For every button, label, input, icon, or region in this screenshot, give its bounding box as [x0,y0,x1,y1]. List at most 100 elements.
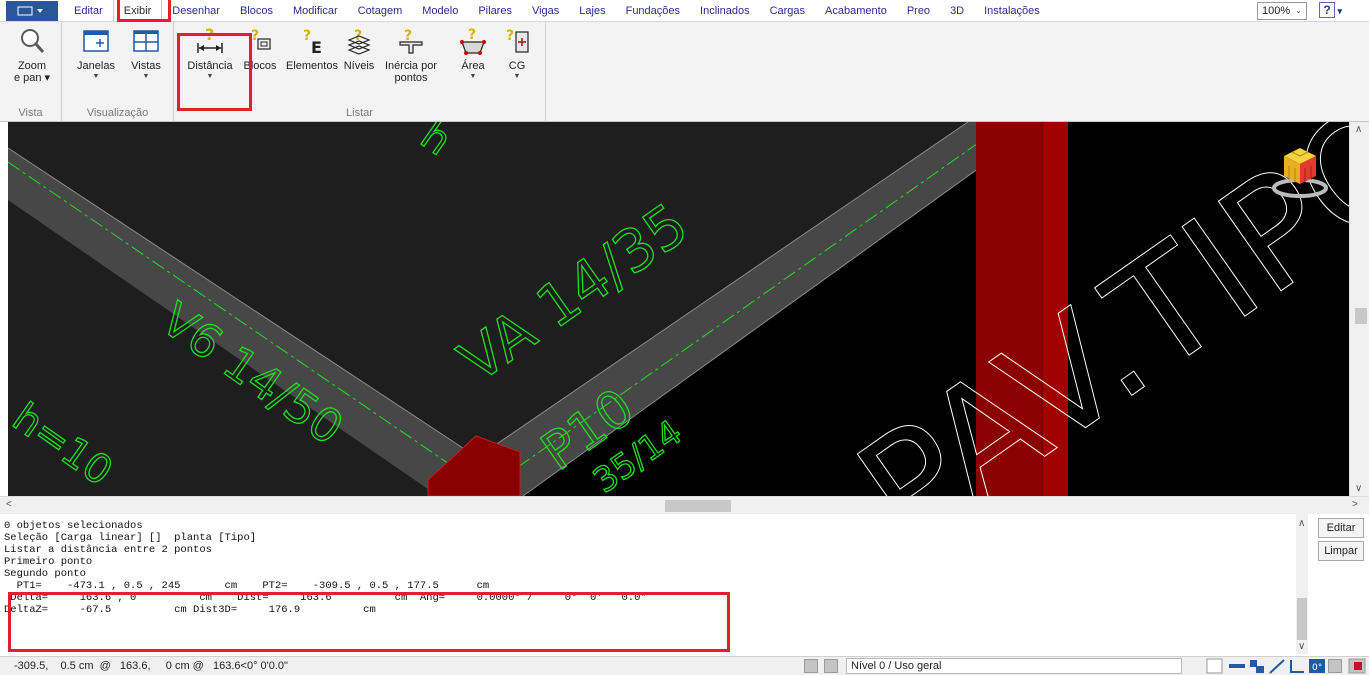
console-line: Seleção [Carga linear] [] planta [Tipo] [4,532,257,544]
scroll-thumb[interactable] [1297,598,1307,640]
elementos-button[interactable]: ? E Elementos [282,26,342,72]
cg-label: CG [508,60,526,72]
console-scrollbar[interactable]: ∧ ∨ [1296,514,1308,654]
ortho-icon[interactable] [1228,658,1246,674]
console-line: Primeiro ponto [4,556,93,568]
console-line: Segundo ponto [4,568,86,580]
menu-tab-preo[interactable]: Preo [897,0,940,21]
area-button[interactable]: ? Área ▼ [456,26,490,82]
highlight-distancia-button [177,33,252,111]
menu-tab-desenhar[interactable]: Desenhar [162,0,230,21]
help-icon: ? [1319,2,1335,18]
menu-tab-pilares[interactable]: Pilares [468,0,522,21]
area-icon: ? [458,26,488,56]
status-bar: -309.5, 0.5 cm @ 163.6, 0 cm @ 163.6<0° … [0,656,1369,675]
current-level-field[interactable]: Nível 0 / Uso geral [846,658,1182,674]
menu-tab-blocos[interactable]: Blocos [230,0,283,21]
chevron-down-icon: ▾ [1335,6,1343,16]
application-menu-button[interactable] [6,1,58,21]
annotations: VA 14/35 V6 14/50 P10 35/14 h=10 h [8,122,701,496]
angle-icon[interactable]: 0° [1308,658,1326,674]
svg-text:?: ? [506,28,514,44]
viewport-horizontal-scrollbar[interactable]: < > [0,496,1369,514]
beam-v6-edge [8,147,479,459]
highlight-exibir-tab [117,0,171,22]
elements-list-icon: ? E [297,26,327,57]
zoom-pan-label-line1: Zoom [17,60,47,72]
chevron-down-icon[interactable]: ∨ [1298,641,1305,652]
status-toggle[interactable] [804,659,818,673]
help-button[interactable]: ? ▾ [1319,2,1349,20]
janelas-label: Janelas [77,60,115,72]
chevron-down-icon[interactable]: ∨ [1355,483,1362,494]
cursor-coordinates: -309.5, 0.5 cm @ 163.6, 0 cm @ 163.6<0° … [14,660,288,672]
inercia-label-line1: Inércia por [385,60,437,72]
chevron-left-icon[interactable]: < [6,499,12,510]
inertia-icon: ? [396,26,426,56]
editar-button[interactable]: Editar [1318,518,1364,538]
status-toggle[interactable] [1328,659,1342,673]
center-of-gravity-icon: ? [502,26,532,56]
console-line: PT1= -473.1 , 0.5 , 245 cm PT2= -309.5 ,… [4,580,490,592]
status-toggle[interactable] [824,659,838,673]
grid-corner-icon[interactable] [1288,658,1306,674]
chevron-up-icon[interactable]: ∧ [1298,518,1305,529]
highlight-distance-result [8,592,730,652]
limpar-button[interactable]: Limpar [1318,541,1364,561]
cg-button[interactable]: ? CG ▼ [500,26,534,82]
menu-tab-fundacoes[interactable]: Fundações [616,0,690,21]
svg-text:?: ? [303,28,311,44]
levels-list-icon: ? [344,26,374,56]
magnifier-icon [17,26,47,56]
label-slab-h: h=10 [8,395,121,496]
chevron-down-icon: ⌄ [1295,6,1302,15]
vistas-button[interactable]: Vistas ▼ [126,26,166,82]
window-add-icon [81,26,111,56]
menu-tab-cotagem[interactable]: Cotagem [348,0,413,21]
menu-tab-3d[interactable]: 3D [940,0,974,21]
zoom-level-value: 100% [1262,5,1291,17]
zoom-pan-button[interactable]: Zoom e pan ▾ [10,26,54,84]
janelas-button[interactable]: Janelas ▼ [76,26,116,82]
menu-tab-modificar[interactable]: Modificar [283,0,348,21]
split-views-icon [131,26,161,56]
svg-text:E: E [311,38,322,56]
menu-tab-vigas[interactable]: Vigas [522,0,569,21]
group-label-visualizacao: Visualização [86,107,149,119]
blank-toggle-icon[interactable] [1206,658,1224,674]
chevron-right-icon[interactable]: > [1352,499,1358,510]
zoom-level-select[interactable]: 100% ⌄ [1257,2,1307,20]
menu-tab-instalacoes[interactable]: Instalações [974,0,1050,21]
inercia-label-line2: pontos [394,72,428,84]
inercia-por-pontos-button[interactable]: ? Inércia por pontos [384,26,438,84]
menu-bar: Editar Exibir Desenhar Blocos Modificar … [0,0,1369,22]
snap-icon[interactable] [1248,658,1266,674]
console-line: 0 objetos selecionados [4,520,143,532]
niveis-label: Níveis [343,60,375,72]
chevron-down-icon: ▼ [513,73,521,80]
label-slab-h-top: h [412,122,459,165]
scroll-thumb[interactable] [1355,308,1367,324]
menu-tab-acabamento[interactable]: Acabamento [815,0,897,21]
menu-tab-inclinados[interactable]: Inclinados [690,0,760,21]
elementos-label: Elementos [286,60,338,72]
area-label: Área [461,60,485,72]
settings-red-icon[interactable] [1348,658,1366,674]
menu-tab-cargas[interactable]: Cargas [760,0,815,21]
menu-tab-lajes[interactable]: Lajes [569,0,615,21]
polar-icon[interactable] [1268,658,1286,674]
menu-tab-modelo[interactable]: Modelo [412,0,468,21]
svg-text:0°: 0° [1312,663,1322,673]
cad-drawing: VA 14/35 V6 14/50 P10 35/14 h=10 h PAV.T… [8,122,1349,496]
ribbon-group-vista: Zoom e pan ▾ Vista [0,22,62,122]
chevron-up-icon[interactable]: ∧ [1355,124,1362,135]
scroll-thumb[interactable] [665,500,731,512]
cad-viewport[interactable]: VA 14/35 V6 14/50 P10 35/14 h=10 h PAV.T… [8,122,1349,496]
chevron-down-icon: ▼ [92,73,100,80]
menu-tab-editar[interactable]: Editar [64,0,113,21]
app-menu-icon [17,6,43,16]
vistas-label: Vistas [131,60,161,72]
viewport-vertical-scrollbar[interactable]: ∧ ∨ [1349,122,1369,496]
chevron-down-icon: ▼ [142,73,150,80]
niveis-button[interactable]: ? Níveis [340,26,378,72]
